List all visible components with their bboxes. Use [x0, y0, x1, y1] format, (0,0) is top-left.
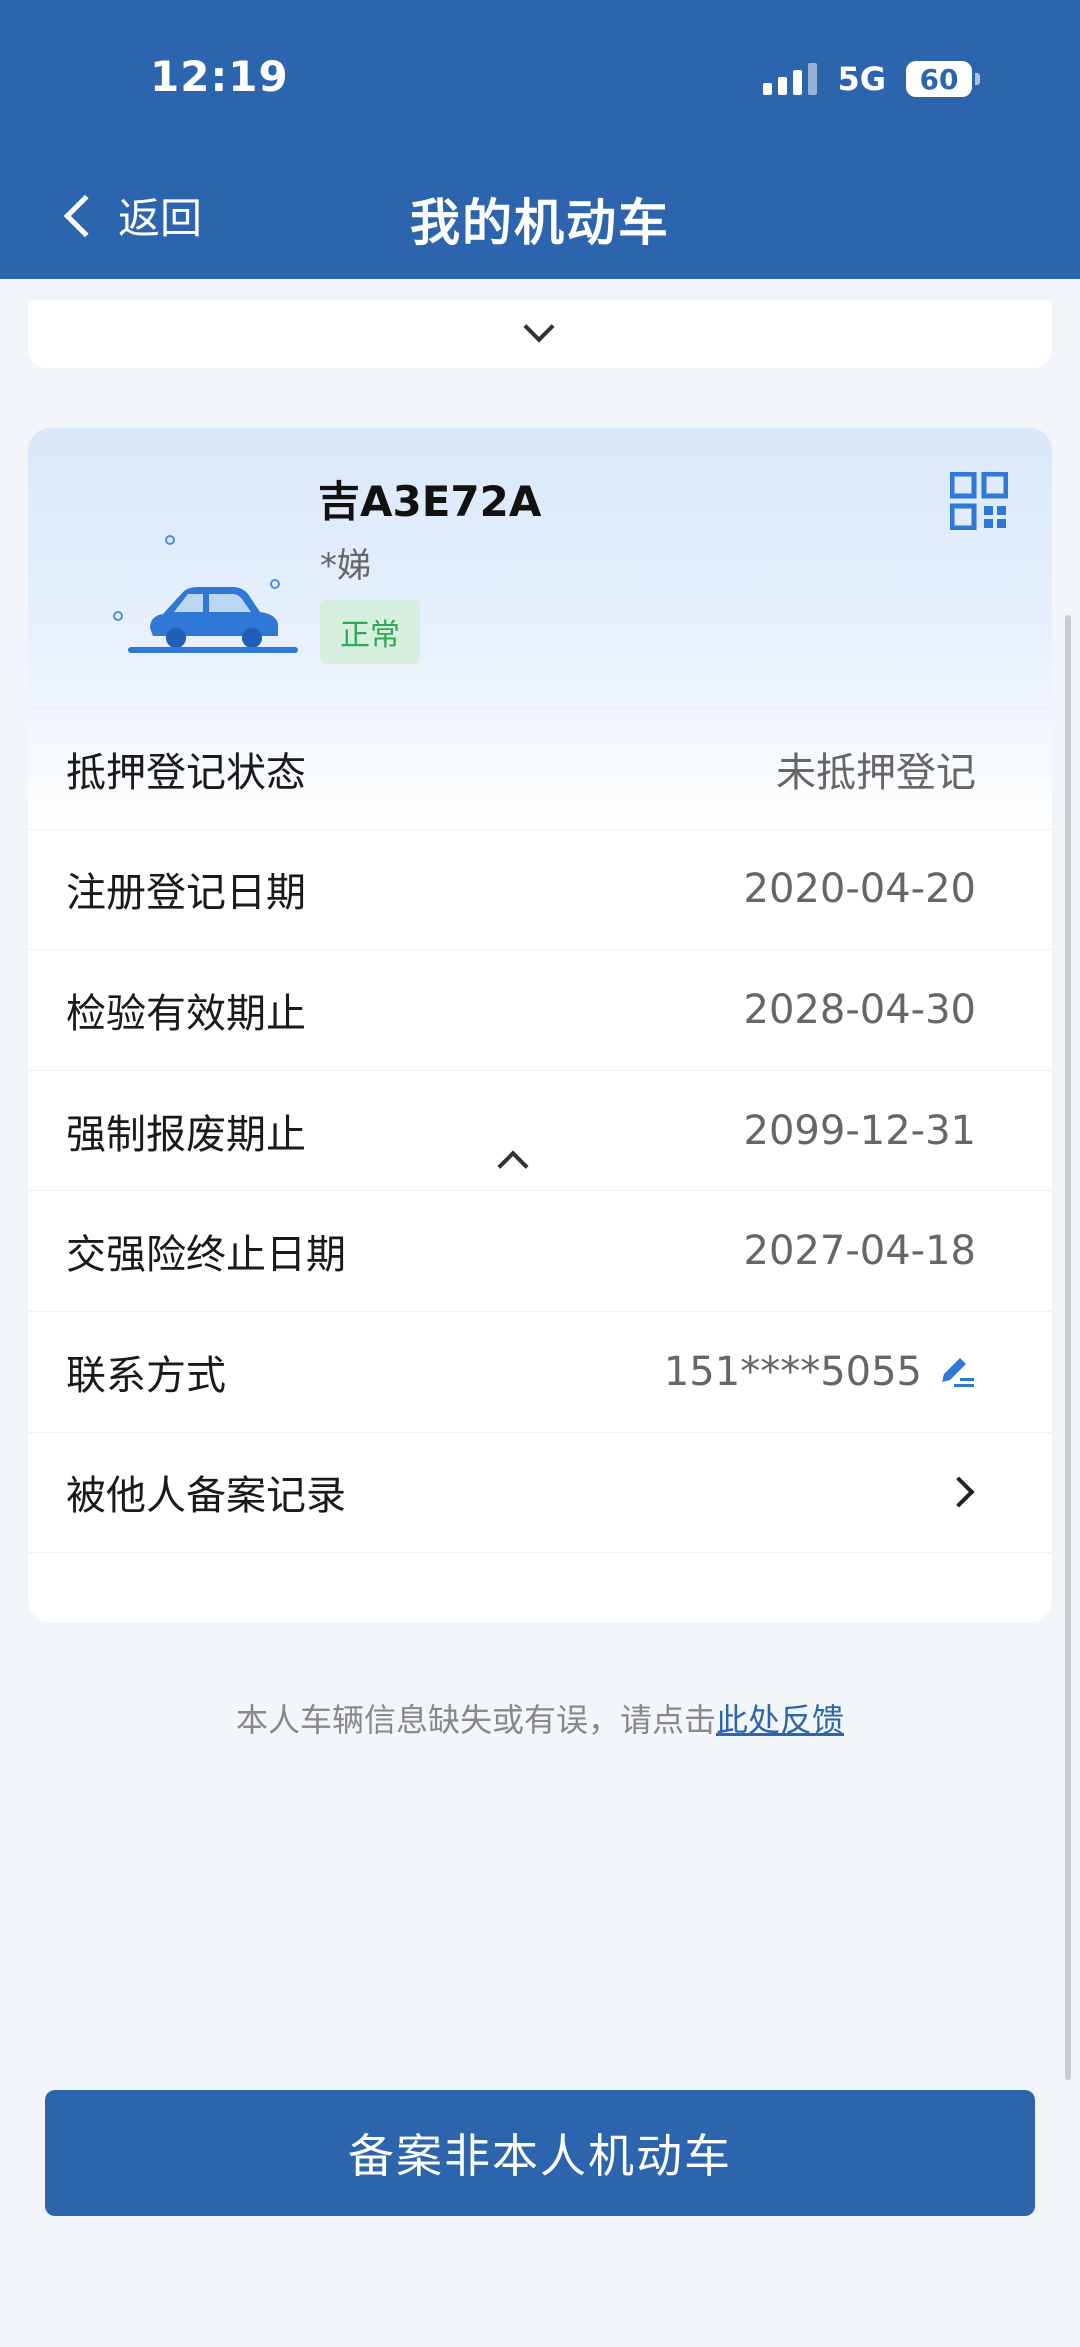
- row-mortgage-status: 抵押登记状态 未抵押登记: [28, 709, 1052, 830]
- row-contact[interactable]: 联系方式 151****5055: [28, 1312, 1052, 1433]
- vehicle-card: 吉A3E72A *娣 正常 抵押登记状态 未抵押登记 注册登记日期 2020-0…: [28, 428, 1052, 1622]
- status-indicators: 5G 60: [763, 60, 980, 98]
- row-value: 未抵押登记: [776, 749, 976, 796]
- header-bar: 12:19 5G 60 返回 我的机动车: [0, 0, 1080, 279]
- row-registration-date: 注册登记日期 2020-04-20: [28, 830, 1052, 951]
- row-label: 联系方式: [66, 1352, 226, 1399]
- row-label: 注册登记日期: [66, 870, 306, 917]
- contact-phone: 151****5055: [663, 1348, 922, 1395]
- battery-level: 60: [906, 61, 972, 97]
- edit-icon[interactable]: [936, 1352, 976, 1392]
- vehicle-info-list: 抵押登记状态 未抵押登记 注册登记日期 2020-04-20 检验有效期止 20…: [28, 709, 1052, 1554]
- signal-icon: [763, 63, 818, 95]
- owner-name: *娣: [320, 546, 371, 586]
- status-badge: 正常: [320, 600, 420, 664]
- row-label: 抵押登记状态: [66, 749, 306, 796]
- chevron-right-icon: [943, 1476, 975, 1508]
- row-label: 强制报废期止: [66, 1111, 306, 1158]
- row-value: 2020-04-20: [743, 866, 976, 913]
- row-label: 交强险终止日期: [66, 1232, 346, 1279]
- feedback-text: 本人车辆信息缺失或有误，请点击此处反馈: [0, 1695, 1080, 1741]
- row-label: 被他人备案记录: [66, 1473, 346, 1520]
- row-value: 2027-04-18: [743, 1228, 976, 1275]
- row-filing-records[interactable]: 被他人备案记录: [28, 1433, 1052, 1554]
- row-inspection-valid-until: 检验有效期止 2028-04-30: [28, 950, 1052, 1071]
- status-time: 12:19: [150, 52, 289, 101]
- feedback-prompt: 本人车辆信息缺失或有误，请点击: [235, 1701, 716, 1739]
- register-other-vehicle-button[interactable]: 备案非本人机动车: [45, 2090, 1035, 2216]
- row-value: 2099-12-31: [743, 1107, 976, 1154]
- network-type: 5G: [837, 60, 886, 98]
- qr-code-icon[interactable]: [950, 472, 1008, 530]
- battery-icon: 60: [906, 61, 980, 97]
- scrollbar[interactable]: [1065, 615, 1071, 2080]
- feedback-link[interactable]: 此处反馈: [716, 1701, 844, 1739]
- row-label: 检验有效期止: [66, 990, 306, 1037]
- row-value: 2028-04-30: [743, 986, 976, 1033]
- row-scrap-deadline: 强制报废期止 2099-12-31: [28, 1071, 1052, 1192]
- car-icon: [113, 535, 298, 653]
- row-insurance-end-date: 交强险终止日期 2027-04-18: [28, 1191, 1052, 1312]
- license-plate: 吉A3E72A: [318, 477, 542, 526]
- page-title: 我的机动车: [410, 194, 670, 252]
